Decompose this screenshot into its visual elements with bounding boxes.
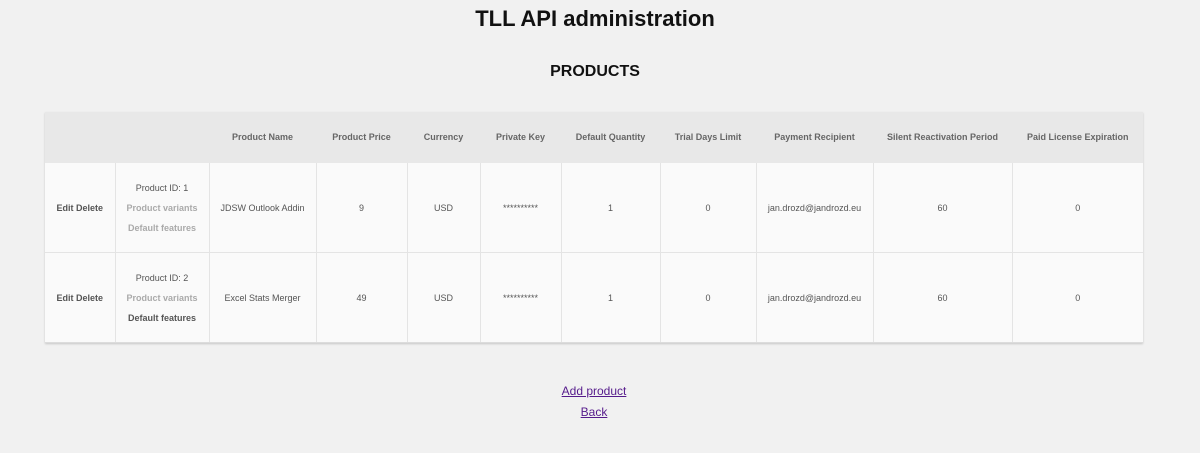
header-private-key: Private Key: [479, 112, 561, 163]
product-name-cell: JDSW Outlook Addin: [208, 162, 316, 253]
product-variants-link[interactable]: Product variants: [120, 288, 205, 308]
payment-recipient-cell: jan.drozd@jandrozd.eu: [755, 252, 873, 343]
delete-button[interactable]: Delete: [76, 293, 103, 303]
product-price-cell: 49: [315, 252, 407, 343]
default-features-link[interactable]: Default features: [120, 308, 205, 328]
section-title: PRODUCTS: [550, 63, 640, 80]
default-features-link[interactable]: Default features: [120, 218, 205, 238]
default-quantity-cell: 1: [560, 252, 660, 343]
product-name-cell: Excel Stats Merger: [208, 252, 316, 343]
header-default-quantity: Default Quantity: [560, 112, 660, 163]
private-key-cell: **********: [479, 252, 561, 343]
table-header-row: Product Name Product Price Currency Priv…: [45, 112, 1143, 163]
payment-recipient-cell: jan.drozd@jandrozd.eu: [755, 162, 873, 253]
header-actions: [45, 112, 115, 163]
back-link[interactable]: Back: [0, 402, 1188, 423]
header-product-name: Product Name: [208, 112, 316, 163]
default-quantity-cell: 1: [560, 162, 660, 253]
product-info-cell: Product ID: 1 Product variants Default f…: [114, 162, 209, 253]
table-row: Edit Delete Product ID: 2 Product varian…: [45, 252, 1143, 343]
header-info: [114, 112, 209, 163]
trial-days-limit-cell: 0: [659, 162, 756, 253]
header-currency: Currency: [406, 112, 480, 163]
product-variants-link[interactable]: Product variants: [120, 198, 205, 218]
table-row: Edit Delete Product ID: 1 Product varian…: [45, 162, 1143, 253]
header-product-price: Product Price: [315, 112, 407, 163]
product-info-cell: Product ID: 2 Product variants Default f…: [114, 252, 209, 343]
footer-links: Add product Back: [0, 381, 1188, 423]
header-silent-reactivation-period: Silent Reactivation Period: [872, 112, 1012, 163]
trial-days-limit-cell: 0: [659, 252, 756, 343]
product-id: Product ID: 1: [135, 182, 189, 193]
add-product-link[interactable]: Add product: [0, 381, 1188, 402]
row-actions: Edit Delete: [45, 252, 115, 343]
page-title: TLL API administration: [475, 6, 715, 31]
product-id: Product ID: 2: [135, 272, 189, 283]
products-table: Product Name Product Price Currency Priv…: [45, 112, 1143, 343]
edit-button[interactable]: Edit: [56, 293, 73, 303]
header-paid-license-expiration: Paid License Expiration: [1011, 112, 1143, 163]
silent-reactivation-period-cell: 60: [872, 162, 1012, 253]
paid-license-expiration-cell: 0: [1011, 252, 1143, 343]
private-key-cell: **********: [479, 162, 561, 253]
edit-button[interactable]: Edit: [56, 203, 73, 213]
silent-reactivation-period-cell: 60: [872, 252, 1012, 343]
currency-cell: USD: [406, 162, 480, 253]
delete-button[interactable]: Delete: [76, 203, 103, 213]
paid-license-expiration-cell: 0: [1011, 162, 1143, 253]
currency-cell: USD: [406, 252, 480, 343]
header-trial-days-limit: Trial Days Limit: [659, 112, 756, 163]
row-actions: Edit Delete: [45, 162, 115, 253]
header-payment-recipient: Payment Recipient: [755, 112, 873, 163]
products-table-container: Product Name Product Price Currency Priv…: [45, 112, 1143, 343]
product-price-cell: 9: [315, 162, 407, 253]
